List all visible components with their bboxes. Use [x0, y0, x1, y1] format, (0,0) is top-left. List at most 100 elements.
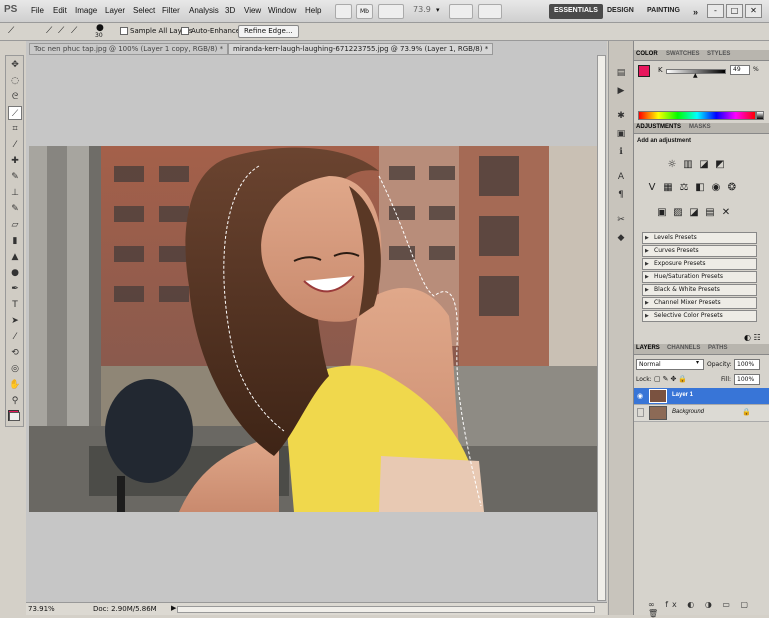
auto-enhance-checkbox[interactable]: Auto-Enhance [181, 27, 240, 35]
workspace-design[interactable]: DESIGN [602, 4, 639, 19]
tab-channels[interactable]: CHANNELS [667, 345, 700, 351]
menu-select[interactable]: Select [133, 6, 155, 15]
zoom-tool-icon[interactable]: ⚲ [8, 394, 22, 408]
layers-footer-icons[interactable]: ∞ fx ◐ ◑ ▭ ▢ 🗑 [648, 600, 769, 618]
preset-exposure[interactable]: Exposure Presets [642, 258, 757, 270]
view-extras-dropdown[interactable] [378, 4, 404, 19]
chevron-down-icon[interactable]: ▾ [696, 359, 699, 366]
slider-handle-icon[interactable]: ▲ [693, 72, 698, 79]
vibrance-icon[interactable]: V [646, 182, 658, 194]
pen-tool-icon[interactable]: ✒ [8, 282, 22, 296]
history-brush-tool-icon[interactable]: ✎ [8, 202, 22, 216]
horizontal-scrollbar[interactable] [177, 606, 595, 613]
color-balance-icon[interactable]: ⚖ [678, 182, 690, 194]
blend-mode-select[interactable]: Normal [636, 359, 704, 370]
refine-edge-button[interactable]: Refine Edge... [238, 25, 299, 38]
maximize-button[interactable]: □ [726, 4, 743, 18]
visibility-toggle[interactable] [637, 408, 644, 417]
menu-layer[interactable]: Layer [105, 6, 125, 15]
3d-panel-icon[interactable]: ◆ [614, 231, 628, 245]
history-panel-icon[interactable]: ▤ [614, 66, 628, 80]
fill-field[interactable]: 100% [734, 374, 760, 385]
black-white-icon[interactable]: ◧ [694, 182, 706, 194]
blur-tool-icon[interactable]: ▲ [8, 250, 22, 264]
opacity-field[interactable]: 100% [734, 359, 760, 370]
dodge-tool-icon[interactable]: ● [8, 266, 22, 280]
menu-analysis[interactable]: Analysis [189, 6, 219, 15]
eraser-tool-icon[interactable]: ▱ [8, 218, 22, 232]
brush-tool-icon[interactable]: ✎ [8, 170, 22, 184]
menu-window[interactable]: Window [268, 6, 296, 15]
gradient-tool-icon[interactable]: ▮ [8, 234, 22, 248]
3d-rotate-tool-icon[interactable]: ⟲ [8, 346, 22, 360]
exposure-icon[interactable]: ◩ [714, 159, 726, 171]
preset-hue-saturation[interactable]: Hue/Saturation Presets [642, 271, 757, 283]
healing-brush-tool-icon[interactable]: ✚ [8, 154, 22, 168]
menu-help[interactable]: Help [305, 6, 321, 15]
tab-miranda-kerr[interactable]: miranda-kerr-laugh-laughing-671223755.jp… [228, 43, 494, 55]
brightness-contrast-icon[interactable]: ☼ [666, 159, 678, 171]
shape-tool-icon[interactable]: ⁄ [8, 330, 22, 344]
tab-layers[interactable]: LAYERS [636, 345, 660, 351]
actions-panel-icon[interactable]: ▶ [614, 84, 628, 98]
hand-tool-icon[interactable]: ✋ [8, 378, 22, 392]
preset-selective-color[interactable]: Selective Color Presets [642, 310, 757, 322]
3d-orbit-tool-icon[interactable]: ◎ [8, 362, 22, 376]
tab-color[interactable]: COLOR [636, 51, 658, 57]
menu-edit[interactable]: Edit [53, 6, 67, 15]
preset-channel-mixer[interactable]: Channel Mixer Presets [642, 297, 757, 309]
zoom-level[interactable]: 73.9 [413, 5, 431, 14]
marquee-tool-icon[interactable]: ◌ [8, 74, 22, 88]
quick-selection-tool-icon[interactable]: ⟋ [8, 26, 14, 36]
layer-row-layer-1[interactable]: ◉ Layer 1 [634, 388, 769, 405]
adjustments-footer-icons[interactable]: ◐ ☷ [744, 333, 761, 342]
menu-3d[interactable]: 3D [225, 6, 235, 15]
arrange-documents-button[interactable] [449, 4, 473, 19]
move-tool-icon[interactable]: ✥ [8, 58, 22, 72]
clone-stamp-tool-icon[interactable]: ⊥ [8, 186, 22, 200]
clone-source-panel-icon[interactable]: ▣ [614, 127, 628, 141]
photo-filter-icon[interactable]: ◉ [710, 182, 722, 194]
color-spectrum-bar[interactable] [638, 111, 756, 120]
type-tool-icon[interactable]: T [8, 298, 22, 312]
chevron-down-icon[interactable]: ▾ [436, 6, 440, 14]
status-zoom[interactable]: 73.91% [28, 605, 55, 613]
preset-curves[interactable]: Curves Presets [642, 245, 757, 257]
new-selection-icon[interactable]: ⟋ [46, 26, 52, 36]
invert-icon[interactable]: ▣ [656, 207, 668, 219]
tab-swatches[interactable]: SWATCHES [666, 51, 700, 57]
quick-mask-icon[interactable] [9, 412, 20, 421]
tab-paths[interactable]: PATHS [708, 345, 727, 351]
workspace-essentials[interactable]: ESSENTIALS [549, 4, 603, 19]
brushes-panel-icon[interactable]: ✱ [614, 109, 628, 123]
channel-mixer-icon[interactable]: ❂ [726, 182, 738, 194]
posterize-icon[interactable]: ▨ [672, 207, 684, 219]
vertical-scrollbar[interactable] [597, 55, 606, 601]
selective-color-icon[interactable]: ✕ [720, 207, 732, 219]
info-panel-icon[interactable]: ℹ [614, 145, 628, 159]
character-panel-icon[interactable]: A [614, 170, 628, 184]
preset-levels[interactable]: Levels Presets [642, 232, 757, 244]
eyedropper-tool-icon[interactable]: ⁄ [8, 138, 22, 152]
curves-icon[interactable]: ◪ [698, 159, 710, 171]
quick-selection-tool-icon[interactable]: ⟋ [8, 106, 22, 120]
eye-icon[interactable]: ◉ [637, 392, 643, 400]
paragraph-panel-icon[interactable]: ¶ [614, 188, 628, 202]
grayscale-ramp[interactable] [756, 111, 764, 120]
gradient-map-icon[interactable]: ▤ [704, 207, 716, 219]
layer-row-background[interactable]: Background 🔒 [634, 405, 769, 422]
menu-file[interactable]: File [31, 6, 44, 15]
tab-adjustments[interactable]: ADJUSTMENTS [636, 124, 681, 130]
menu-view[interactable]: View [244, 6, 261, 15]
tab-masks[interactable]: MASKS [689, 124, 711, 130]
photo-canvas[interactable] [29, 146, 598, 512]
minibridge-button[interactable]: Mb [356, 4, 373, 19]
bridge-button[interactable] [335, 4, 352, 19]
lasso-tool-icon[interactable]: ᘓ [8, 90, 22, 104]
color-panel-foreground-swatch[interactable] [638, 65, 650, 77]
k-value-field[interactable]: 49 [730, 65, 750, 75]
tool-presets-panel-icon[interactable]: ✂ [614, 213, 628, 227]
tab-toc-nen-phuc-tap[interactable]: Toc nen phuc tap.jpg @ 100% (Layer 1 cop… [29, 43, 229, 55]
levels-icon[interactable]: ▥ [682, 159, 694, 171]
hue-saturation-icon[interactable]: ▦ [662, 182, 674, 194]
